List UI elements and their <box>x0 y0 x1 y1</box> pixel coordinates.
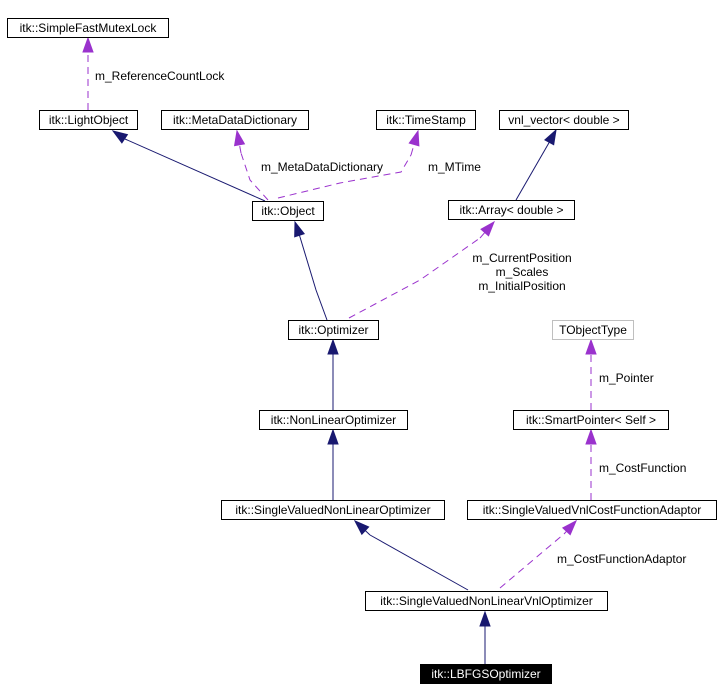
node-label: itk::NonLinearOptimizer <box>271 413 396 427</box>
arrowhead-icon <box>294 220 306 238</box>
arrowhead-icon <box>479 610 491 627</box>
edge-object-to-metadatadictionary: m_MetaDataDictionary <box>233 129 383 201</box>
node-label: itk::LightObject <box>49 113 129 127</box>
edge-label: m_MTime <box>428 160 481 174</box>
inheritance-line <box>515 140 551 201</box>
edge-connector <box>479 232 486 239</box>
edge-array-to-vnl_vector <box>515 128 557 201</box>
node-label: itk::SingleValuedNonLinearVnlOptimizer <box>380 594 593 608</box>
edge-svcostfunctionadaptor-to-smartpointer: m_CostFunction <box>585 428 686 500</box>
node-timestamp[interactable]: itk::TimeStamp <box>376 110 476 130</box>
node-smartpointer[interactable]: itk::SmartPointer< Self > <box>513 410 669 430</box>
node-lightobject[interactable]: itk::LightObject <box>39 110 138 130</box>
arrowhead-icon <box>327 338 339 355</box>
node-lbfgsoptimizer: itk::LBFGSOptimizer <box>420 664 552 684</box>
edge-optimizer-to-object <box>294 220 328 321</box>
edge-label: m_CostFunction <box>599 461 686 475</box>
node-label: itk::SingleValuedVnlCostFunctionAdaptor <box>483 503 702 517</box>
node-simplefastmutexlock[interactable]: itk::SimpleFastMutexLock <box>7 18 169 38</box>
node-nonlinearoptimizer[interactable]: itk::NonLinearOptimizer <box>259 410 408 430</box>
arrowhead-icon <box>585 428 597 445</box>
node-tobjecttype[interactable]: TObjectType <box>552 320 634 340</box>
arrowhead-icon <box>480 220 495 237</box>
edge-label: m_ReferenceCountLock <box>95 69 225 83</box>
edge-optimizer-to-array: m_CurrentPositionm_Scalesm_InitialPositi… <box>348 220 572 319</box>
node-label: itk::SimpleFastMutexLock <box>20 21 158 35</box>
node-label: itk::LBFGSOptimizer <box>431 667 540 681</box>
usage-line <box>499 533 565 589</box>
node-svnlvnloptimizer[interactable]: itk::SingleValuedNonLinearVnlOptimizer <box>365 591 608 611</box>
inheritance-line <box>369 534 469 591</box>
node-label: itk::Object <box>261 204 315 218</box>
edge-lbfgsoptimizer-to-svnlvnloptimizer <box>479 610 491 664</box>
node-label: itk::Optimizer <box>298 323 368 337</box>
node-svcostfunctionadaptor[interactable]: itk::SingleValuedVnlCostFunctionAdaptor <box>467 500 717 520</box>
edge-nonlinearoptimizer-to-optimizer <box>327 338 339 410</box>
edge-lightobject-to-simplefastmutexlock: m_ReferenceCountLock <box>82 36 225 110</box>
edges-layer: m_ReferenceCountLock m_MetaDataDictionary… <box>82 36 686 664</box>
edge-label: m_CostFunctionAdaptor <box>557 552 686 566</box>
nodes-layer: itk::SimpleFastMutexLockitk::LightObject… <box>7 18 717 684</box>
arrowhead-icon <box>82 36 94 53</box>
edge-smartpointer-to-tobjecttype: m_Pointer <box>585 338 654 410</box>
arrowhead-icon <box>408 129 420 147</box>
collaboration-diagram: m_ReferenceCountLock m_MetaDataDictionary… <box>7 18 717 684</box>
node-label: TObjectType <box>559 323 627 337</box>
node-vnl_vector[interactable]: vnl_vector< double > <box>499 110 629 130</box>
edge-connector <box>410 144 415 156</box>
node-label: itk::TimeStamp <box>386 113 466 127</box>
node-object[interactable]: itk::Object <box>252 201 324 221</box>
inheritance-line <box>299 236 328 321</box>
edge-connector <box>364 530 371 536</box>
arrowhead-icon <box>585 338 597 355</box>
edge-label: m_Scales <box>496 265 549 279</box>
edge-label: m_InitialPosition <box>478 279 565 293</box>
node-array[interactable]: itk::Array< double > <box>448 200 575 220</box>
edge-svnloptimizer-to-nonlinearoptimizer <box>327 428 339 500</box>
node-label: vnl_vector< double > <box>508 113 619 127</box>
edge-label: m_Pointer <box>599 371 654 385</box>
edge-svnlvnloptimizer-to-svnloptimizer <box>353 519 469 591</box>
node-optimizer[interactable]: itk::Optimizer <box>288 320 379 340</box>
node-metadatadictionary[interactable]: itk::MetaDataDictionary <box>161 110 309 130</box>
inheritance-line <box>124 138 266 202</box>
edge-label: m_MetaDataDictionary <box>261 160 383 174</box>
usage-line <box>348 237 481 319</box>
edge-connector <box>563 530 567 535</box>
arrowhead-icon <box>544 128 557 146</box>
edge-connector <box>239 144 242 154</box>
arrowhead-icon <box>233 129 246 147</box>
node-label: itk::SingleValuedNonLinearOptimizer <box>235 503 430 517</box>
node-label: itk::MetaDataDictionary <box>173 113 297 127</box>
node-label: itk::Array< double > <box>459 203 563 217</box>
node-svnloptimizer[interactable]: itk::SingleValuedNonLinearOptimizer <box>221 500 445 520</box>
arrowhead-icon <box>111 130 129 144</box>
edge-svnlvnloptimizer-to-svcostfunctionadaptor: m_CostFunctionAdaptor <box>499 519 686 589</box>
arrowhead-icon <box>327 428 339 445</box>
edge-label: m_CurrentPosition <box>472 251 571 265</box>
node-label: itk::SmartPointer< Self > <box>526 413 656 427</box>
